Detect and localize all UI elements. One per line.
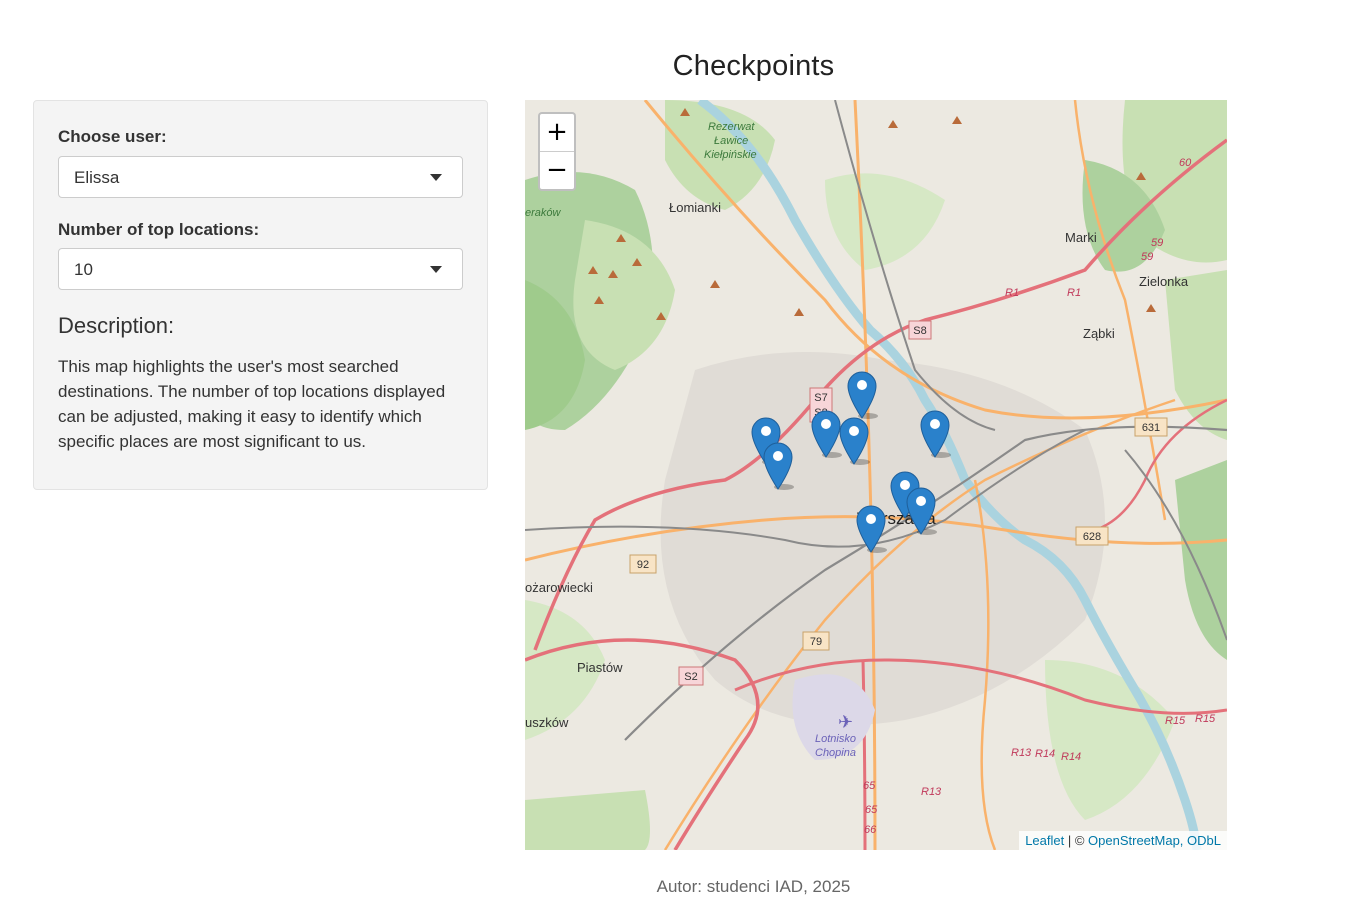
page-title: Checkpoints xyxy=(672,50,835,82)
road-label-r1b: R1 xyxy=(1067,287,1081,299)
description-text: This map highlights the user's most sear… xyxy=(58,357,446,451)
road-label-r15b: R15 xyxy=(1195,713,1216,725)
sidebar-panel: Choose user: Elissa Number of top locati… xyxy=(33,100,488,490)
road-label-59a: 59 xyxy=(1151,237,1163,249)
user-select-label: Choose user: xyxy=(58,127,167,146)
road-label-66: 66 xyxy=(864,824,877,836)
zoom-control: + − xyxy=(538,112,576,191)
road-label-60: 60 xyxy=(1179,157,1192,169)
attribution-separator: | © xyxy=(1064,833,1089,848)
place-label-reserve-2: Ławice xyxy=(714,135,748,147)
place-label-zielonka: Zielonka xyxy=(1139,274,1189,289)
place-label-airport-2: Chopina xyxy=(815,747,856,759)
road-label-65a: 65 xyxy=(863,780,876,792)
road-label-r13b: R13 xyxy=(921,786,942,798)
user-select-value: Elissa xyxy=(74,168,120,187)
map-pin-icon[interactable] xyxy=(762,441,794,491)
map-view[interactable]: ✈ Łomianki Marki Zielonka Ząbki Warszawa… xyxy=(525,100,1227,850)
map-pin-icon[interactable] xyxy=(846,370,878,420)
road-label-r1a: R1 xyxy=(1005,287,1019,299)
road-label-r14b: R14 xyxy=(1061,751,1081,763)
road-label-65b: 65 xyxy=(865,804,878,816)
place-label-bemowo: eraków xyxy=(525,207,562,219)
top-locations-value: 10 xyxy=(74,260,93,279)
road-label-628: 628 xyxy=(1083,531,1101,543)
place-label-piastow: Piastów xyxy=(577,660,623,675)
place-label-pruszkow: uszków xyxy=(525,715,569,730)
road-label-79: 79 xyxy=(810,636,822,648)
map-tiles[interactable]: ✈ Łomianki Marki Zielonka Ząbki Warszawa… xyxy=(525,100,1227,850)
road-label-59b: 59 xyxy=(1141,251,1153,263)
svg-text:✈: ✈ xyxy=(838,712,853,733)
road-label-s2: S2 xyxy=(684,671,697,683)
map-pin-icon[interactable] xyxy=(838,416,870,466)
road-label-r15a: R15 xyxy=(1165,715,1186,727)
road-label-r13: R13 xyxy=(1011,747,1032,759)
map-pin-icon[interactable] xyxy=(905,486,937,536)
place-label-lomianki: Łomianki xyxy=(669,200,721,215)
road-label-92: 92 xyxy=(637,559,649,571)
top-locations-select[interactable]: 10 xyxy=(58,248,463,290)
map-pin-icon[interactable] xyxy=(919,409,951,459)
road-label-s8: S8 xyxy=(913,325,926,337)
user-select[interactable]: Elissa xyxy=(58,156,463,198)
road-label-r14a: R14 xyxy=(1035,748,1055,760)
description-heading: Description: xyxy=(58,313,175,338)
footer-author: Autor: studenci IAD, 2025 xyxy=(656,877,851,896)
place-label-zabki: Ząbki xyxy=(1083,326,1115,341)
place-label-reserve-3: Kiełpińskie xyxy=(704,149,757,161)
place-label-reserve-1: Rezerwat xyxy=(708,121,755,133)
chevron-down-icon xyxy=(430,266,442,273)
top-locations-label: Number of top locations: xyxy=(58,220,260,239)
osm-link[interactable]: OpenStreetMap, ODbL xyxy=(1088,833,1221,848)
map-pin-icon[interactable] xyxy=(855,504,887,554)
road-label-631: 631 xyxy=(1142,422,1160,434)
leaflet-link[interactable]: Leaflet xyxy=(1025,833,1064,848)
place-label-airport-1: Lotnisko xyxy=(815,733,856,745)
road-label-s7: S7 xyxy=(814,392,827,404)
chevron-down-icon xyxy=(430,174,442,181)
zoom-out-button[interactable]: − xyxy=(540,151,574,189)
place-label-ozarow: ożarowiecki xyxy=(525,580,593,595)
place-label-marki: Marki xyxy=(1065,230,1097,245)
zoom-in-button[interactable]: + xyxy=(540,114,574,151)
map-attribution: Leaflet | © OpenStreetMap, ODbL xyxy=(1019,831,1227,850)
